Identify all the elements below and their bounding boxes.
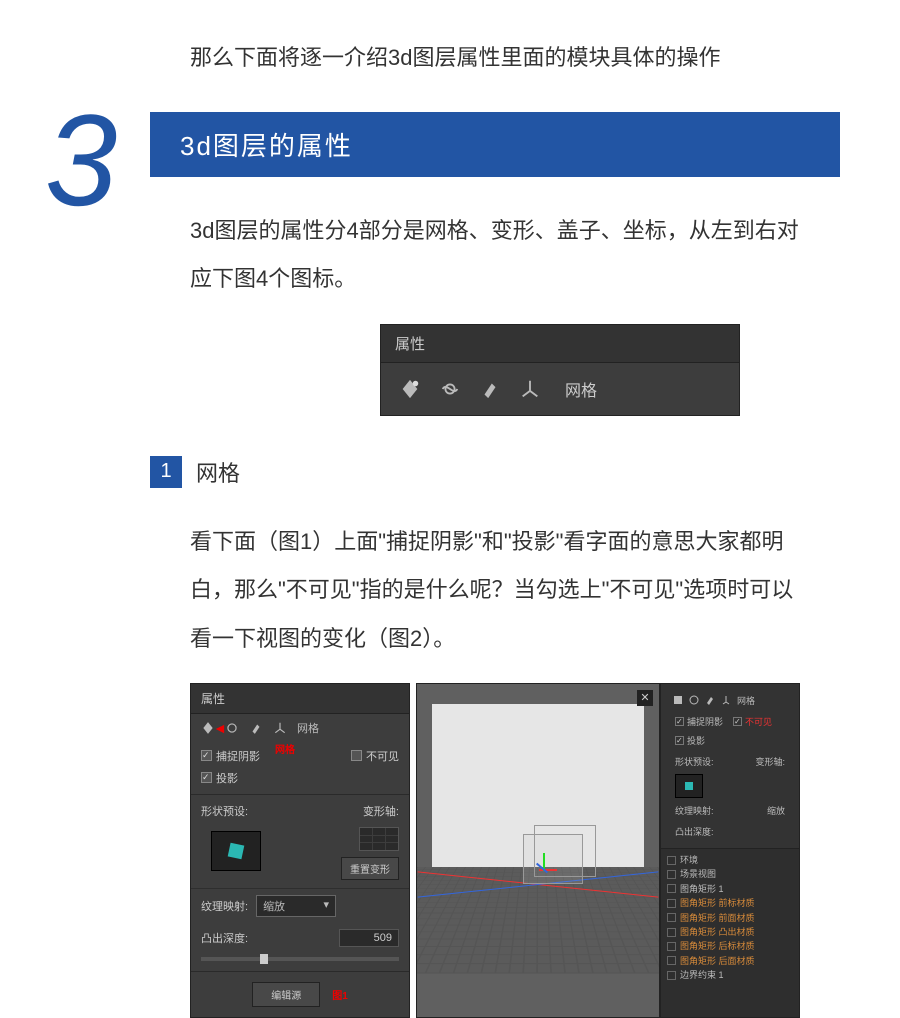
tree-item[interactable]: 图角矩形 后标材质 (667, 939, 793, 953)
invisible-label: 不可见 (366, 748, 399, 764)
reset-deform-button[interactable]: 重置变形 (341, 857, 399, 880)
tree-scene[interactable]: 场景视图 (667, 867, 793, 881)
shape-preset-thumb[interactable] (211, 831, 261, 871)
panel-tab-label: 网格 (565, 377, 597, 401)
red-annotation-label: 网格 (275, 741, 295, 756)
intro-text: 那么下面将逐一介绍3d图层属性里面的模块具体的操作 (190, 40, 840, 72)
deform-tab-icon[interactable] (439, 378, 461, 400)
mesh-tab-icon[interactable] (673, 695, 683, 705)
texture-map-label: 纹理映射: (201, 898, 248, 914)
visibility-icon[interactable] (667, 913, 676, 922)
deform-tab-icon[interactable] (225, 721, 239, 735)
scene-tree[interactable]: 环境 场景视图 图角矩形 1图角矩形 前标材质图角矩形 前面材质图角矩形 凸出材… (661, 849, 799, 1017)
body-paragraph-1: 3d图层的属性分4部分是网格、变形、盖子、坐标，从左到右对应下图4个图标。 (190, 207, 800, 304)
cap-tab-icon[interactable] (479, 378, 501, 400)
properties-panel-header: 属性 网格 (380, 324, 740, 416)
coords-tab-icon[interactable] (519, 378, 541, 400)
figure-2: ✕ 网格 捕捉阴影 不可见 投影 形状预设: (416, 683, 800, 1018)
transform-gizmo[interactable] (531, 857, 557, 883)
extrude-depth-input[interactable]: 509 (339, 929, 399, 947)
gizmo-z-icon (536, 863, 548, 874)
visibility-icon[interactable] (667, 942, 676, 951)
capture-shadow-checkbox[interactable]: 捕捉阴影 (201, 748, 260, 764)
body-paragraph-2: 看下面（图1）上面"捕捉阴影"和"投影"看字面的意思大家都明白，那么"不可见"指… (190, 518, 800, 663)
panel-title: 属性 (381, 325, 739, 363)
fig1-title: 属性 (191, 684, 409, 714)
extrude-depth-label: 凸出深度: (201, 930, 248, 946)
deform-axis-label: 变形轴: (309, 803, 399, 819)
visibility-icon (667, 856, 676, 865)
fig1-tab-label: 网格 (297, 720, 319, 736)
texture-map-value: 缩放 (767, 804, 785, 817)
cap-tab-icon[interactable] (705, 695, 715, 705)
capture-shadow-label: 捕捉阴影 (216, 748, 260, 764)
figure-1-panel: 属性 网格 ◄ 捕捉阴影 不可见 投影 网格 形状预设: 变形轴: (190, 683, 410, 1018)
subsection-title: 网格 (196, 456, 240, 488)
visibility-icon (667, 870, 676, 879)
chevron-down-icon: ▾ (324, 898, 330, 914)
tree-item[interactable]: 图角矩形 前面材质 (667, 911, 793, 925)
coords-tab-icon[interactable] (273, 721, 287, 735)
visibility-icon[interactable] (667, 899, 676, 908)
capture-shadow-checkbox[interactable]: 捕捉阴影 (675, 715, 723, 728)
visibility-icon[interactable] (667, 971, 676, 980)
section-number: 3 (45, 85, 117, 235)
tree-env[interactable]: 环境 (667, 853, 793, 867)
extrude-depth-slider[interactable] (201, 957, 399, 961)
shape-preset-thumb[interactable] (675, 774, 703, 798)
visibility-icon[interactable] (667, 956, 676, 965)
visibility-icon[interactable] (667, 884, 676, 893)
fig2-panel-label: 网格 (737, 694, 755, 707)
extrude-depth-label: 凸出深度: (675, 825, 714, 838)
deform-axis-grid[interactable] (359, 827, 399, 851)
tree-item[interactable]: 图角矩形 后面材质 (667, 954, 793, 968)
invisible-checkbox[interactable]: 不可见 (733, 715, 772, 728)
texture-map-select[interactable]: 缩放▾ (256, 895, 336, 917)
edit-source-button[interactable]: 编辑源 (252, 982, 320, 1007)
deform-axis-label: 变形轴: (755, 755, 785, 768)
subsection-number: 1 (150, 456, 182, 488)
viewport-3d[interactable]: ✕ (416, 683, 660, 1018)
red-arrow-annotation: ◄ (213, 720, 227, 736)
mesh-tab-icon[interactable] (399, 378, 421, 400)
invisible-checkbox[interactable]: 不可见 (351, 748, 399, 764)
close-icon[interactable]: ✕ (637, 690, 653, 706)
tree-item[interactable]: 图角矩形 凸出材质 (667, 925, 793, 939)
texture-map-label: 纹理映射: (675, 804, 714, 817)
visibility-icon[interactable] (667, 928, 676, 937)
shape-preset-label: 形状预设: (675, 755, 714, 768)
tree-item[interactable]: 边界约束 1 (667, 968, 793, 982)
cube-icon (228, 843, 245, 860)
cap-tab-icon[interactable] (249, 721, 263, 735)
cast-shadow-label: 投影 (216, 770, 238, 786)
tree-item[interactable]: 图角矩形 1 (667, 882, 793, 896)
cast-shadow-checkbox[interactable]: 投影 (675, 734, 785, 747)
figure-2-side-panel: 网格 捕捉阴影 不可见 投影 形状预设: 变形轴: 纹理映射: 缩放 凸出深度: 环… (660, 683, 800, 1018)
coords-tab-icon[interactable] (721, 695, 731, 705)
tree-item[interactable]: 图角矩形 前标材质 (667, 896, 793, 910)
deform-tab-icon[interactable] (689, 695, 699, 705)
cube-icon (685, 782, 693, 790)
section-header: 3d图层的属性 (150, 112, 840, 177)
shape-preset-label: 形状预设: (201, 803, 291, 819)
cast-shadow-checkbox[interactable]: 投影 (201, 770, 399, 786)
